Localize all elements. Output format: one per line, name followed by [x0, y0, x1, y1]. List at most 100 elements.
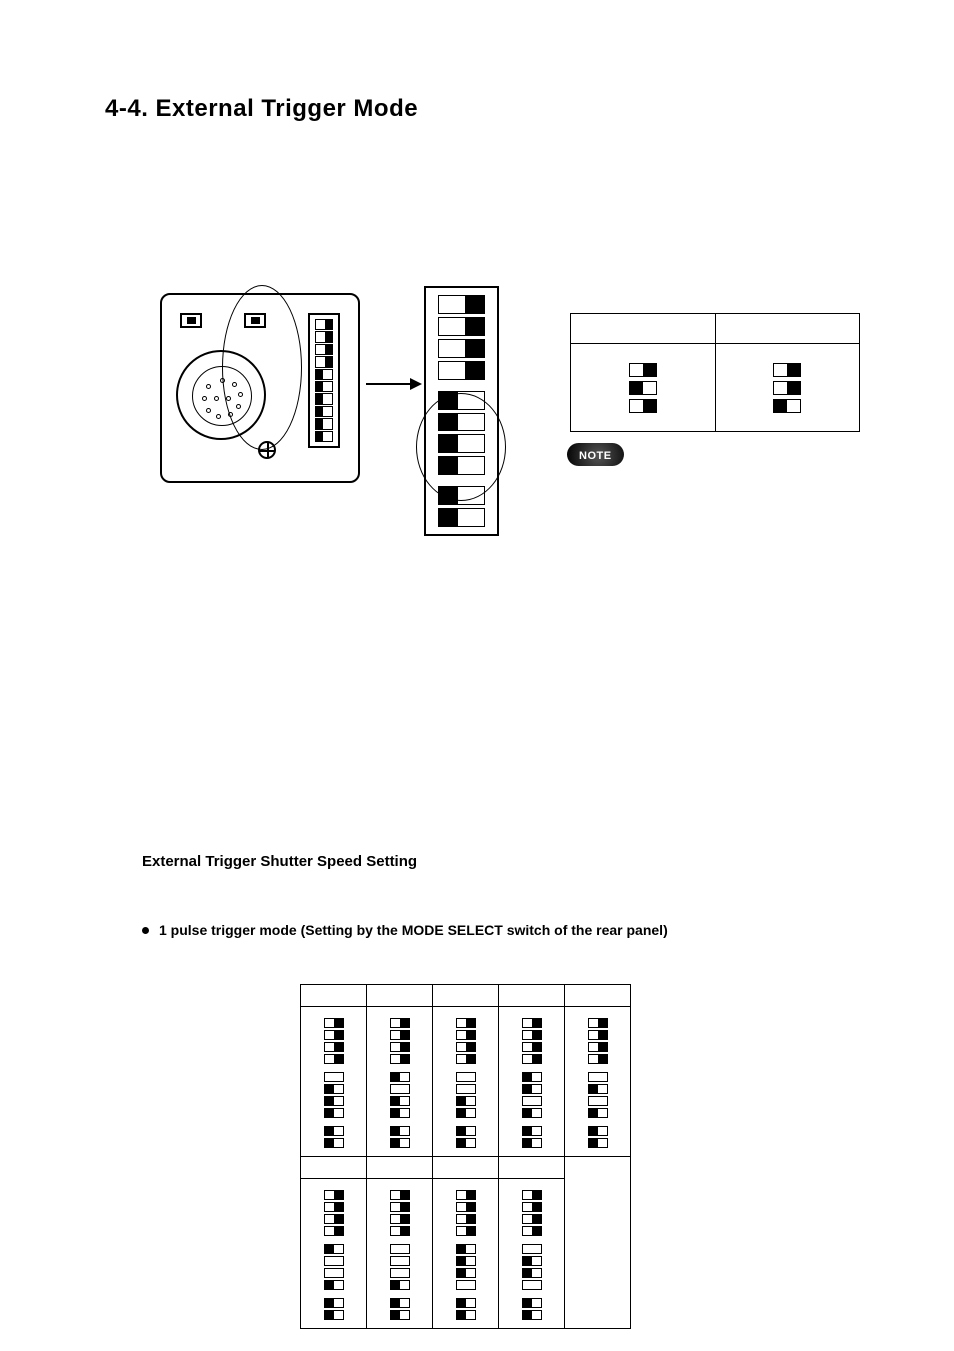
table-header [715, 314, 860, 344]
dip-switch-icon [588, 1072, 608, 1082]
dip-switch-icon [522, 1190, 542, 1200]
dip-switch-icon [315, 356, 333, 367]
dip-column [390, 1190, 410, 1320]
dip-switch-icon [390, 1226, 410, 1236]
table-header [565, 1157, 631, 1179]
dip-switch-icon [588, 1042, 608, 1052]
dip-switch-icon [522, 1138, 542, 1148]
dip-switch-icon [522, 1298, 542, 1308]
dip-switch-icon [522, 1018, 542, 1028]
dip-switch-icon [390, 1268, 410, 1278]
dip-switch-icon [456, 1280, 476, 1290]
dip-switch-icon [324, 1310, 344, 1320]
dip-column [390, 1018, 410, 1148]
dip-switch-icon [456, 1084, 476, 1094]
dip-switch-icon [456, 1126, 476, 1136]
dip-switch-icon [324, 1202, 344, 1212]
dip-switch-icon [456, 1190, 476, 1200]
dip-switch-icon [315, 431, 333, 442]
dip-switch-icon [390, 1138, 410, 1148]
dip-switch-icon [456, 1042, 476, 1052]
dip-switch-icon [390, 1108, 410, 1118]
dip-switch-icon [324, 1042, 344, 1052]
table-cell [565, 1179, 631, 1329]
dip-switch-icon [315, 331, 333, 342]
dip-switch-icon [456, 1268, 476, 1278]
dip-switch-icon [390, 1018, 410, 1028]
dip-switch-icon [522, 1084, 542, 1094]
mode-select-table [570, 313, 860, 432]
arrow-icon [366, 383, 420, 385]
bullet-item: 1 pulse trigger mode (Setting by the MOD… [142, 922, 854, 938]
dip-switch-icon [522, 1108, 542, 1118]
table-cell [301, 1007, 367, 1157]
dip-switch-icon [390, 1298, 410, 1308]
table-cell [433, 1179, 499, 1329]
table-header [565, 985, 631, 1007]
table-cell [301, 1179, 367, 1329]
table-cell [499, 1179, 565, 1329]
dip-switch-icon [390, 1054, 410, 1064]
dip-column [456, 1018, 476, 1148]
dip-switch-icon [390, 1042, 410, 1052]
dip-switch-icon [773, 399, 801, 413]
table-cell [571, 344, 716, 432]
dip-column [588, 1018, 608, 1148]
dip-switch-icon [324, 1054, 344, 1064]
dip-switch-icon [390, 1190, 410, 1200]
dip-switch-icon [390, 1280, 410, 1290]
dip-switch-icon [438, 508, 485, 527]
dip-switch-icon [522, 1256, 542, 1266]
dip-switch-icon [315, 393, 333, 404]
table-cell [367, 1179, 433, 1329]
dip-switch-icon [324, 1108, 344, 1118]
dip-column [522, 1018, 542, 1148]
shutter-speed-table [300, 984, 631, 1329]
dip-switch-icon [324, 1030, 344, 1040]
table-header [367, 1157, 433, 1179]
bullet-dot-icon [142, 927, 149, 934]
table-header [571, 314, 716, 344]
dip-switch-icon [522, 1202, 542, 1212]
dip-switch-icon [315, 418, 333, 429]
device-port-icon [180, 313, 202, 328]
note-badge: NOTE [567, 443, 624, 466]
dip-column [522, 1190, 542, 1320]
dip-switch-icon [456, 1310, 476, 1320]
dip-switch-icon [324, 1226, 344, 1236]
dip-switch-icon [324, 1096, 344, 1106]
dip-switch-icon [324, 1214, 344, 1224]
table-header [367, 985, 433, 1007]
dip-switch-icon [522, 1214, 542, 1224]
dip-switch-icon [456, 1030, 476, 1040]
dip-switch-icon [390, 1256, 410, 1266]
dip-switch-icon [390, 1072, 410, 1082]
table-header [433, 985, 499, 1007]
dip-switch-icon [324, 1298, 344, 1308]
dip-switch-icon [315, 369, 333, 380]
dip-switch-icon [773, 381, 801, 395]
table-header [301, 1157, 367, 1179]
table-header [499, 985, 565, 1007]
note-row: NOTE [567, 443, 624, 466]
table-cell [565, 1007, 631, 1157]
dip-switch-icon [629, 381, 657, 395]
dip-switch-icon [456, 1108, 476, 1118]
dip-switch-icon [522, 1096, 542, 1106]
dip-switch-icon [522, 1126, 542, 1136]
dip-switch-icon [390, 1202, 410, 1212]
dip-switch-icon [456, 1226, 476, 1236]
dip-switch-icon [324, 1268, 344, 1278]
dip-switch-icon [522, 1042, 542, 1052]
dip-switch-icon [324, 1138, 344, 1148]
dip-column [324, 1190, 344, 1320]
table-header [433, 1157, 499, 1179]
dip-switch-icon [522, 1244, 542, 1254]
dip-switch-icon [588, 1126, 608, 1136]
dip-switch-icon [588, 1018, 608, 1028]
dip-switch-icon [438, 339, 485, 358]
dip-switch-icon [456, 1214, 476, 1224]
dip-switch-icon [324, 1072, 344, 1082]
dip-switch-icon [324, 1084, 344, 1094]
dip-switch-icon [456, 1138, 476, 1148]
